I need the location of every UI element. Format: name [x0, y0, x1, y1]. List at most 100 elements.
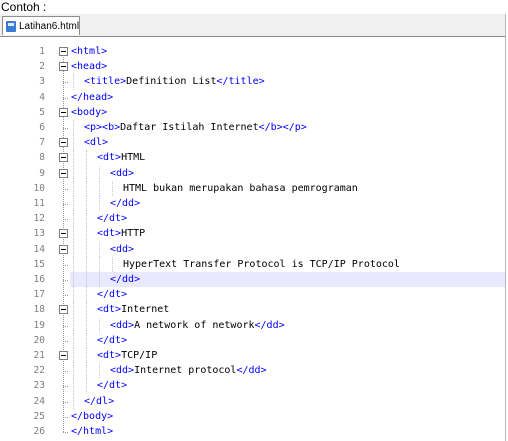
fold-collapse-icon[interactable] — [59, 62, 68, 72]
html-tag: </html> — [71, 426, 114, 437]
indent-guide — [86, 317, 88, 333]
html-tag: <html> — [71, 46, 108, 57]
code-text: <dd> — [110, 242, 134, 257]
code-line[interactable]: 13 <dt>HTTP — [0, 226, 505, 242]
html-tag: </dd> — [254, 319, 285, 331]
fold-collapse-icon[interactable] — [59, 351, 68, 360]
indent-guide — [99, 363, 101, 379]
html-tag: </title> — [216, 76, 265, 88]
fold-collapse-icon[interactable] — [59, 229, 68, 239]
html-tag: </dd> — [110, 198, 141, 209]
indent-guide — [73, 393, 75, 409]
code-line[interactable]: 11 </dd> — [0, 196, 505, 212]
line-number: 1 — [39, 46, 45, 57]
code-line[interactable]: 19 <dd>A network of network</dd> — [0, 317, 505, 333]
indent-guide — [86, 241, 88, 257]
text-content: Internet protocol — [134, 365, 237, 377]
fold-collapse-icon[interactable] — [59, 153, 68, 163]
tab-label: Latihan6.html — [19, 20, 80, 32]
code-editor[interactable]: Latihan6.html 1 <html> 2 <head> 3 <title>Defi… — [0, 14, 506, 441]
code-line[interactable]: 14 <dd> — [0, 241, 505, 257]
code-line[interactable]: 10 HTML bukan merupakan bahasa pemrograma… — [0, 180, 505, 196]
html-tag: <head> — [71, 61, 108, 73]
html-tag: </dl> — [84, 395, 115, 407]
code-line[interactable]: 24 </dl> — [0, 393, 505, 409]
code-line[interactable]: 17 </dt> — [0, 287, 505, 303]
html-tag: <dt> — [97, 152, 122, 164]
html-tag: <dt> — [97, 350, 122, 361]
fold-tick-icon — [63, 204, 68, 205]
indent-guide — [99, 180, 101, 196]
html-tag: </dt> — [97, 334, 128, 346]
indent-guide — [112, 180, 114, 196]
line-number: 26 — [33, 426, 45, 437]
indent-guide — [99, 196, 101, 212]
indent-guide — [86, 302, 88, 318]
text-content: HTML bukan merupakan bahasa pemrograman — [123, 182, 358, 194]
fold-collapse-icon[interactable] — [59, 244, 68, 254]
code-line[interactable]: 2 <head> — [0, 59, 505, 74]
line-number: 11 — [33, 198, 45, 209]
indent-guide — [86, 150, 88, 166]
code-text: </dd> — [110, 196, 140, 211]
code-line[interactable]: 9 <dd> — [0, 165, 505, 181]
fold-collapse-icon[interactable] — [59, 138, 68, 148]
indent-guide — [73, 302, 75, 318]
caption-label: Contoh : — [1, 0, 47, 14]
tab-latihan6[interactable]: Latihan6.html — [2, 16, 80, 35]
code-text: </head> — [71, 90, 113, 105]
line-number: 3 — [39, 76, 45, 88]
html-tag: <body> — [71, 106, 108, 118]
code-line[interactable]: 8 <dt>HTML — [0, 150, 505, 166]
code-text: <html> — [71, 44, 107, 59]
code-line[interactable]: 26 </html> — [0, 424, 505, 439]
code-line[interactable]: 3 <title>Definition List</title> — [0, 74, 505, 90]
line-number: 5 — [39, 106, 45, 118]
code-line[interactable]: 1 <html> — [0, 44, 505, 59]
code-line[interactable]: 25 </body> — [0, 409, 505, 424]
fold-collapse-icon[interactable] — [59, 305, 68, 315]
indent-guide — [73, 180, 75, 196]
indent-guide — [73, 120, 75, 136]
html-file-icon — [6, 20, 16, 32]
code-line[interactable]: 22 <dd>Internet protocol</dd> — [0, 363, 505, 379]
code-line[interactable]: 23 </dt> — [0, 378, 505, 394]
indent-guide — [99, 272, 101, 288]
code-text: </html> — [71, 424, 113, 439]
code-line[interactable]: 16 </dd> — [0, 272, 505, 288]
code-line[interactable]: 5 <body> — [0, 105, 505, 120]
code-text: <dt>HTTP — [97, 226, 145, 241]
line-number: 13 — [33, 228, 45, 240]
fold-collapse-icon[interactable] — [59, 107, 68, 117]
code-line[interactable]: 21 <dt>TCP/IP — [0, 348, 505, 364]
fold-collapse-icon[interactable] — [59, 47, 68, 56]
line-number: 24 — [33, 395, 45, 407]
code-text: <dt>Internet — [97, 302, 169, 317]
fold-tick-icon — [63, 188, 68, 190]
code-line[interactable]: 4 </head> — [0, 90, 505, 105]
text-content: Daftar Istilah Internet — [120, 122, 259, 133]
fold-tick-icon — [63, 295, 68, 297]
code-line[interactable]: 18 <dt>Internet — [0, 302, 505, 318]
fold-tick-icon — [63, 264, 68, 266]
code-line[interactable]: 12 </dt> — [0, 211, 505, 227]
code-line[interactable]: 20 </dt> — [0, 332, 505, 348]
indent-guide — [73, 348, 75, 364]
indent-guide — [73, 150, 75, 166]
line-number: 7 — [39, 137, 45, 149]
line-number: 25 — [33, 410, 45, 422]
code-line[interactable]: 15 HyperText Transfer Protocol is TCP/IP … — [0, 256, 505, 272]
indent-guide — [73, 363, 75, 379]
code-line[interactable]: 7 <dl> — [0, 135, 505, 151]
line-number: 21 — [33, 350, 45, 361]
code-line[interactable]: 6 <p><b>Daftar Istilah Internet</b></p> — [0, 120, 505, 136]
html-tag: </dt> — [97, 380, 128, 392]
html-tag: <p><b> — [84, 122, 121, 133]
indent-guide — [73, 332, 75, 348]
code-text: <dt>HTML — [97, 150, 145, 165]
line-number: 17 — [33, 289, 45, 301]
indent-guide — [86, 196, 88, 212]
fold-tick-icon — [63, 97, 68, 99]
code-text: HTML bukan merupakan bahasa pemrograman — [123, 181, 358, 196]
fold-collapse-icon[interactable] — [59, 168, 68, 178]
